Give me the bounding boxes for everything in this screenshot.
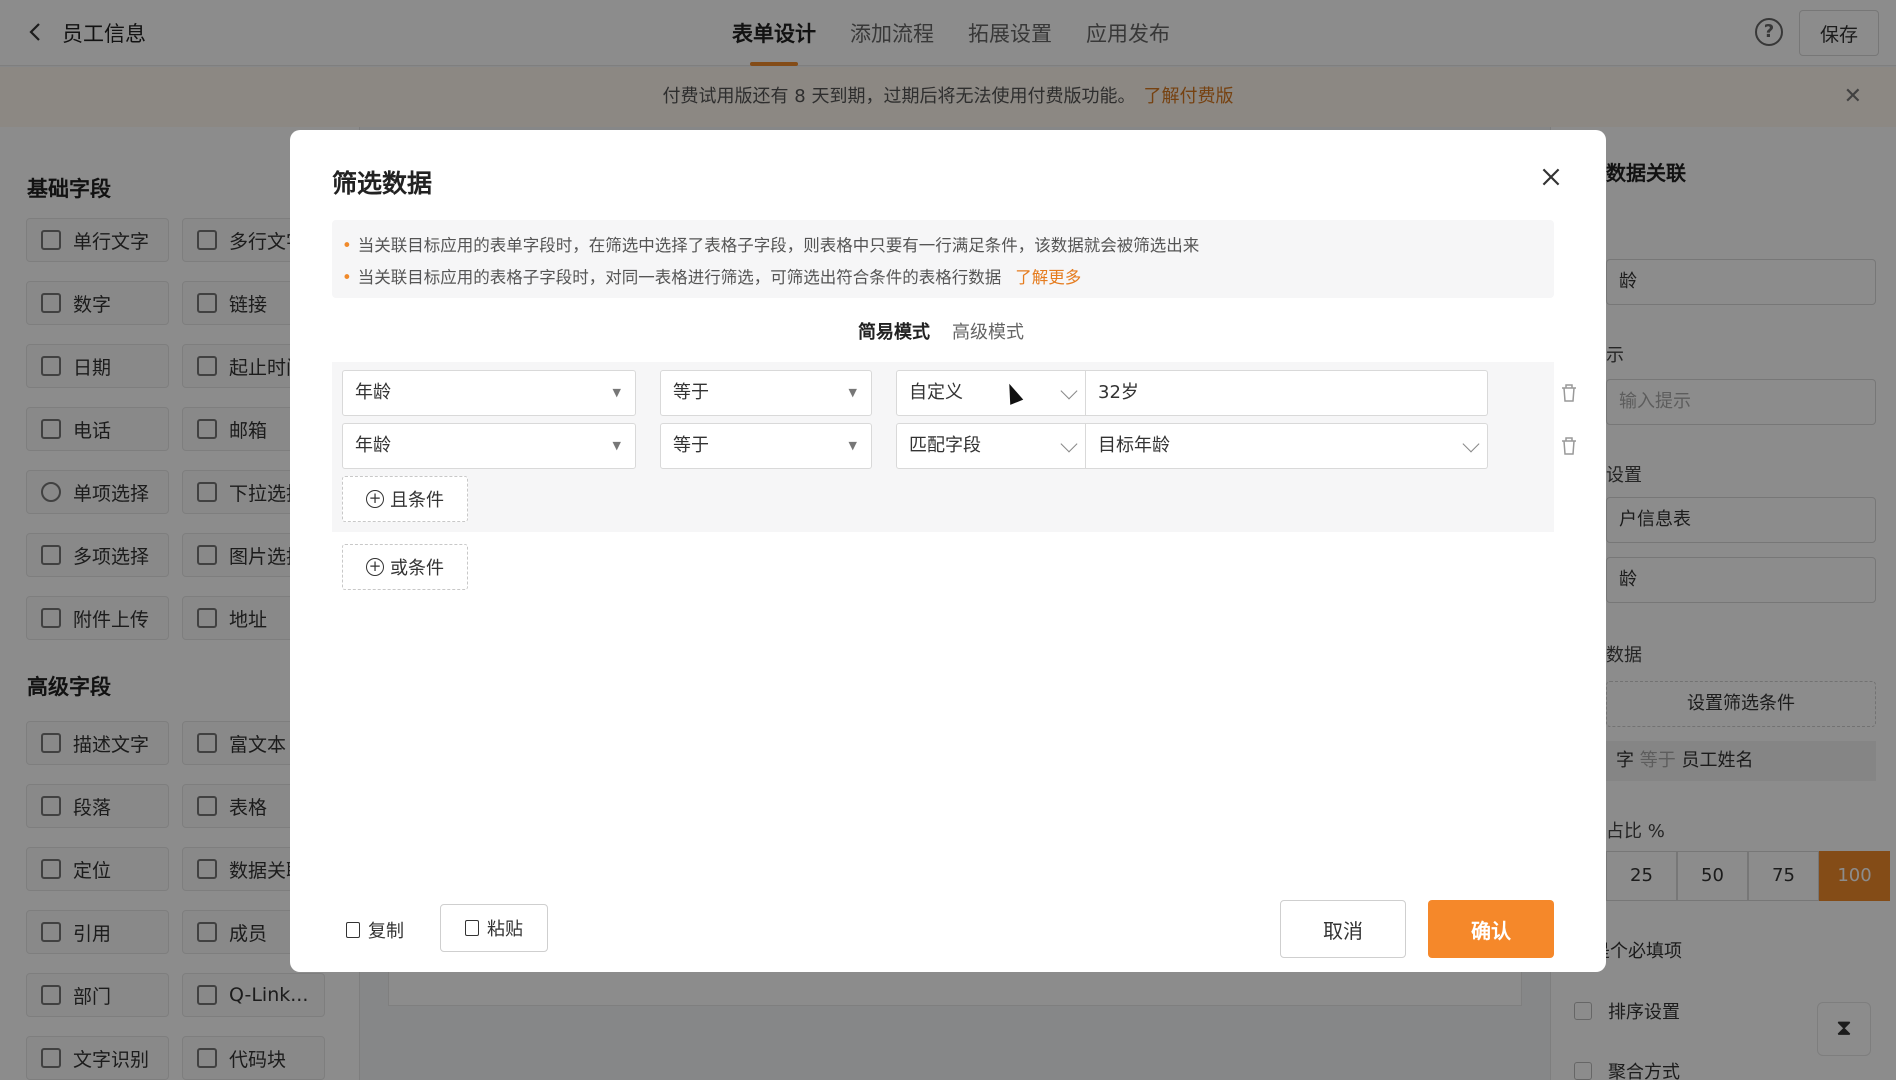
add-and-condition-button[interactable]: + 且条件 xyxy=(342,476,468,522)
caret-down-icon: ▼ xyxy=(612,439,621,452)
paste-button[interactable]: 粘贴 xyxy=(440,904,548,952)
field-select[interactable]: 年龄 ▼ xyxy=(342,423,636,469)
caret-down-icon: ▼ xyxy=(612,386,621,399)
dialog-title: 筛选数据 xyxy=(332,169,433,198)
filter-data-dialog: 筛选数据 • 当关联目标应用的表单字段时，在筛选中选择了表格子字段，则表格中只要有… xyxy=(290,130,1606,972)
trash-icon[interactable] xyxy=(1560,436,1578,456)
chevron-down-icon xyxy=(1060,382,1078,400)
copy-button[interactable]: 复制 xyxy=(346,917,404,943)
value-type-select[interactable]: 自定义 xyxy=(896,370,1086,416)
tip-line: • 当关联目标应用的表单字段时，在筛选中选择了表格子字段，则表格中只要有一行满足条… xyxy=(342,236,1200,255)
chevron-down-icon xyxy=(1462,435,1480,453)
mode-tabs: 简易模式 高级模式 xyxy=(858,318,1046,367)
tip-text: 当关联目标应用的表格子字段时，对同一表格进行筛选，可筛选出符合条件的表格行数据 xyxy=(357,268,1002,287)
operator-select[interactable]: 等于 ▼ xyxy=(660,370,872,416)
caret-down-icon: ▼ xyxy=(848,439,857,452)
tip-text: 当关联目标应用的表单字段时，在筛选中选择了表格子字段，则表格中只要有一行满足条件… xyxy=(357,236,1200,255)
filter-conditions: 年龄 ▼ 等于 ▼ 自定义 32岁 年龄 ▼ 等于 ▼ 匹配字段 目标年龄 + 且条件 xyxy=(332,362,1576,532)
confirm-button[interactable]: 确认 xyxy=(1428,900,1554,958)
target-field-select[interactable]: 目标年龄 xyxy=(1086,423,1488,469)
tab-simple-mode[interactable]: 简易模式 xyxy=(858,318,930,367)
chevron-down-icon xyxy=(1060,435,1078,453)
button-label: 或条件 xyxy=(390,558,444,579)
value-type-select[interactable]: 匹配字段 xyxy=(896,423,1086,469)
copy-icon xyxy=(346,922,360,938)
select-value: 等于 xyxy=(673,382,709,403)
plus-circle-icon: + xyxy=(366,558,384,576)
select-value: 年龄 xyxy=(355,435,391,456)
tips-box: • 当关联目标应用的表单字段时，在筛选中选择了表格子字段，则表格中只要有一行满足条… xyxy=(332,220,1554,298)
button-label: 复制 xyxy=(368,921,404,942)
select-value: 自定义 xyxy=(909,382,963,403)
select-value: 年龄 xyxy=(355,382,391,403)
paste-icon xyxy=(465,920,479,936)
button-label: 且条件 xyxy=(390,490,444,511)
button-label: 粘贴 xyxy=(487,919,523,939)
tip-line: • 当关联目标应用的表格子字段时，对同一表格进行筛选，可筛选出符合条件的表格行数据… xyxy=(342,268,1082,287)
add-or-condition-button[interactable]: + 或条件 xyxy=(342,544,468,590)
field-select[interactable]: 年龄 ▼ xyxy=(342,370,636,416)
caret-down-icon: ▼ xyxy=(848,386,857,399)
select-value: 匹配字段 xyxy=(909,435,981,456)
tab-advanced-mode[interactable]: 高级模式 xyxy=(952,318,1024,358)
close-icon[interactable] xyxy=(1538,164,1564,190)
select-value: 目标年龄 xyxy=(1098,435,1170,456)
learn-more-link[interactable]: 了解更多 xyxy=(1015,268,1081,287)
operator-select[interactable]: 等于 ▼ xyxy=(660,423,872,469)
plus-circle-icon: + xyxy=(366,490,384,508)
select-value: 等于 xyxy=(673,435,709,456)
value-input[interactable]: 32岁 xyxy=(1086,370,1488,416)
cancel-button[interactable]: 取消 xyxy=(1280,900,1406,958)
trash-icon[interactable] xyxy=(1560,383,1578,403)
